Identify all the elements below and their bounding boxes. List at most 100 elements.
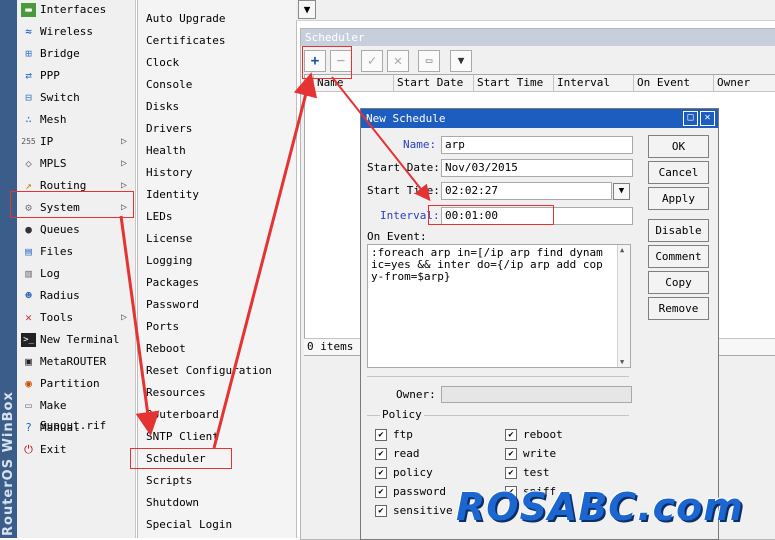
submenu-item-routerboard[interactable]: Routerboard bbox=[146, 405, 219, 427]
filter-icon[interactable]: ▼ bbox=[298, 0, 316, 19]
submenu-item-logging[interactable]: Logging bbox=[146, 251, 192, 273]
comment-button[interactable]: ▭ bbox=[418, 50, 440, 72]
policy-checkbox-password[interactable]: ✔ password bbox=[375, 485, 446, 499]
checkbox-icon[interactable]: ✔ bbox=[375, 505, 387, 517]
disable-button[interactable]: ✕ bbox=[387, 50, 409, 72]
policy-checkbox-read[interactable]: ✔ read bbox=[375, 447, 420, 461]
column-header[interactable]: On Event bbox=[633, 75, 713, 91]
submenu-item-shutdown[interactable]: Shutdown bbox=[146, 493, 199, 515]
policy-checkbox-sensitive[interactable]: ✔ sensitive bbox=[375, 504, 453, 518]
menu-item-label: Manual bbox=[40, 421, 80, 434]
submenu-item-sntp-client[interactable]: SNTP Client bbox=[146, 427, 219, 449]
scheduler-highlight-box bbox=[130, 448, 232, 469]
menu-item-ip[interactable]: 255 IP ▷ bbox=[17, 132, 135, 153]
bridge-icon: ⊞ bbox=[25, 47, 32, 60]
menu-item-label: Tools bbox=[40, 311, 74, 324]
enable-button[interactable]: ✓ bbox=[361, 50, 383, 72]
policy-checkbox-policy[interactable]: ✔ policy bbox=[375, 466, 433, 480]
menu-item-tools[interactable]: ✕ Tools ▷ bbox=[17, 308, 135, 329]
submenu-item-console[interactable]: Console bbox=[146, 75, 192, 97]
menu-item-exit[interactable]: ⏻ Exit bbox=[17, 440, 135, 461]
menu-item-partition[interactable]: ◉ Partition bbox=[17, 374, 135, 395]
remove-button[interactable]: Remove bbox=[648, 297, 709, 320]
policy-checkbox-write[interactable]: ✔ write bbox=[505, 447, 556, 461]
submenu-item-health[interactable]: Health bbox=[146, 141, 186, 163]
checkbox-icon[interactable]: ✔ bbox=[505, 448, 517, 460]
menu-item-radius[interactable]: ☻ Radius bbox=[17, 286, 135, 307]
menu-item-metarouter[interactable]: ▣ MetaROUTER bbox=[17, 352, 135, 373]
menu-item-make-supout-rif[interactable]: ▭ Make Supout.rif bbox=[17, 396, 135, 432]
submenu-item-special-login[interactable]: Special Login bbox=[146, 515, 232, 537]
checkbox-icon[interactable]: ✔ bbox=[375, 486, 387, 498]
submenu-item-drivers[interactable]: Drivers bbox=[146, 119, 192, 141]
submenu-item-clock[interactable]: Clock bbox=[146, 53, 179, 75]
policy-checkbox-ftp[interactable]: ✔ ftp bbox=[375, 428, 413, 442]
column-header[interactable]: Owner bbox=[713, 75, 775, 91]
filter-button[interactable]: ▼ bbox=[450, 50, 472, 72]
disable-button[interactable]: Disable bbox=[648, 219, 709, 242]
scroll-up-icon[interactable]: ▲ bbox=[620, 246, 624, 254]
policy-label-text: read bbox=[393, 447, 420, 460]
submenu-item-packages[interactable]: Packages bbox=[146, 273, 199, 295]
comment-button[interactable]: Comment bbox=[648, 245, 709, 268]
switch-icon: ⊟ bbox=[25, 91, 32, 104]
copy-button[interactable]: Copy bbox=[648, 271, 709, 294]
chevron-right-icon: ▷ bbox=[120, 136, 127, 147]
menu-item-interfaces[interactable]: ▬ Interfaces bbox=[17, 0, 135, 21]
chevron-right-icon: ▷ bbox=[120, 312, 127, 323]
checkbox-icon[interactable]: ✔ bbox=[505, 467, 517, 479]
restore-icon[interactable]: □ bbox=[683, 111, 698, 126]
start-time-field[interactable]: 02:02:27 bbox=[441, 182, 612, 200]
menu-item-mesh[interactable]: ∴ Mesh bbox=[17, 110, 135, 131]
checkbox-icon[interactable]: ✔ bbox=[375, 429, 387, 441]
menu-item-mpls[interactable]: ◇ MPLS ▷ bbox=[17, 154, 135, 175]
close-icon[interactable]: ✕ bbox=[700, 111, 715, 126]
submenu-item-auto-upgrade[interactable]: Auto Upgrade bbox=[146, 9, 225, 31]
apply-button[interactable]: Apply bbox=[648, 187, 709, 210]
start-date-field[interactable]: Nov/03/2015 bbox=[441, 159, 633, 177]
menu-item-new-terminal[interactable]: >_ New Terminal bbox=[17, 330, 135, 351]
submenu-item-history[interactable]: History bbox=[146, 163, 192, 185]
policy-checkbox-test[interactable]: ✔ test bbox=[505, 466, 550, 480]
column-header[interactable]: Start Date bbox=[393, 75, 473, 91]
submenu-item-identity[interactable]: Identity bbox=[146, 185, 199, 207]
column-header[interactable]: Interval bbox=[553, 75, 633, 91]
submenu-item-reset-configuration[interactable]: Reset Configuration bbox=[146, 361, 272, 383]
scroll-down-icon[interactable]: ▼ bbox=[620, 358, 624, 366]
chevron-down-icon[interactable]: ▼ bbox=[613, 183, 630, 200]
submenu-item-license[interactable]: License bbox=[146, 229, 192, 251]
menu-item-bridge[interactable]: ⊞ Bridge bbox=[17, 44, 135, 65]
submenu-item-leds[interactable]: LEDs bbox=[146, 207, 173, 229]
submenu-item-ports[interactable]: Ports bbox=[146, 317, 179, 339]
submenu-item-reboot[interactable]: Reboot bbox=[146, 339, 186, 361]
checkbox-icon[interactable]: ✔ bbox=[375, 467, 387, 479]
ok-button[interactable]: OK bbox=[648, 135, 709, 158]
policy-checkbox-reboot[interactable]: ✔ reboot bbox=[505, 428, 563, 442]
menu-item-wireless[interactable]: ≈ Wireless bbox=[17, 22, 135, 43]
chevron-right-icon: ▷ bbox=[120, 158, 127, 169]
menu-item-ppp[interactable]: ⇄ PPP bbox=[17, 66, 135, 87]
name-field[interactable]: arp bbox=[441, 136, 633, 154]
menu-item-label: Exit bbox=[40, 443, 67, 456]
cancel-button[interactable]: Cancel bbox=[648, 161, 709, 184]
checkbox-icon[interactable]: ✔ bbox=[505, 429, 517, 441]
menu-item-label: Mesh bbox=[40, 113, 67, 126]
menu-item-label: MPLS bbox=[40, 157, 67, 170]
submenu-item-password[interactable]: Password bbox=[146, 295, 199, 317]
submenu-item-disks[interactable]: Disks bbox=[146, 97, 179, 119]
column-header[interactable]: Start Time bbox=[473, 75, 553, 91]
checkbox-icon[interactable]: ✔ bbox=[375, 448, 387, 460]
submenu-item-certificates[interactable]: Certificates bbox=[146, 31, 225, 53]
menu-item-switch[interactable]: ⊟ Switch bbox=[17, 88, 135, 109]
menu-item-manual[interactable]: ? Manual bbox=[17, 418, 135, 439]
on-event-textarea[interactable]: :foreach arp in=[/ip arp find dynamic=ye… bbox=[367, 244, 631, 368]
menu-item-files[interactable]: ▤ Files bbox=[17, 242, 135, 263]
submenu-item-scripts[interactable]: Scripts bbox=[146, 471, 192, 493]
radius-icon: ☻ bbox=[25, 289, 32, 302]
menu-item-log[interactable]: ▥ Log bbox=[17, 264, 135, 285]
dialog-titlebar[interactable]: New Schedule □ ✕ bbox=[361, 109, 718, 128]
menu-item-label: Radius bbox=[40, 289, 80, 302]
event-scrollbar[interactable]: ▲ ▼ bbox=[617, 245, 630, 367]
submenu-item-resources[interactable]: Resources bbox=[146, 383, 206, 405]
menu-item-queues[interactable]: ● Queues bbox=[17, 220, 135, 241]
